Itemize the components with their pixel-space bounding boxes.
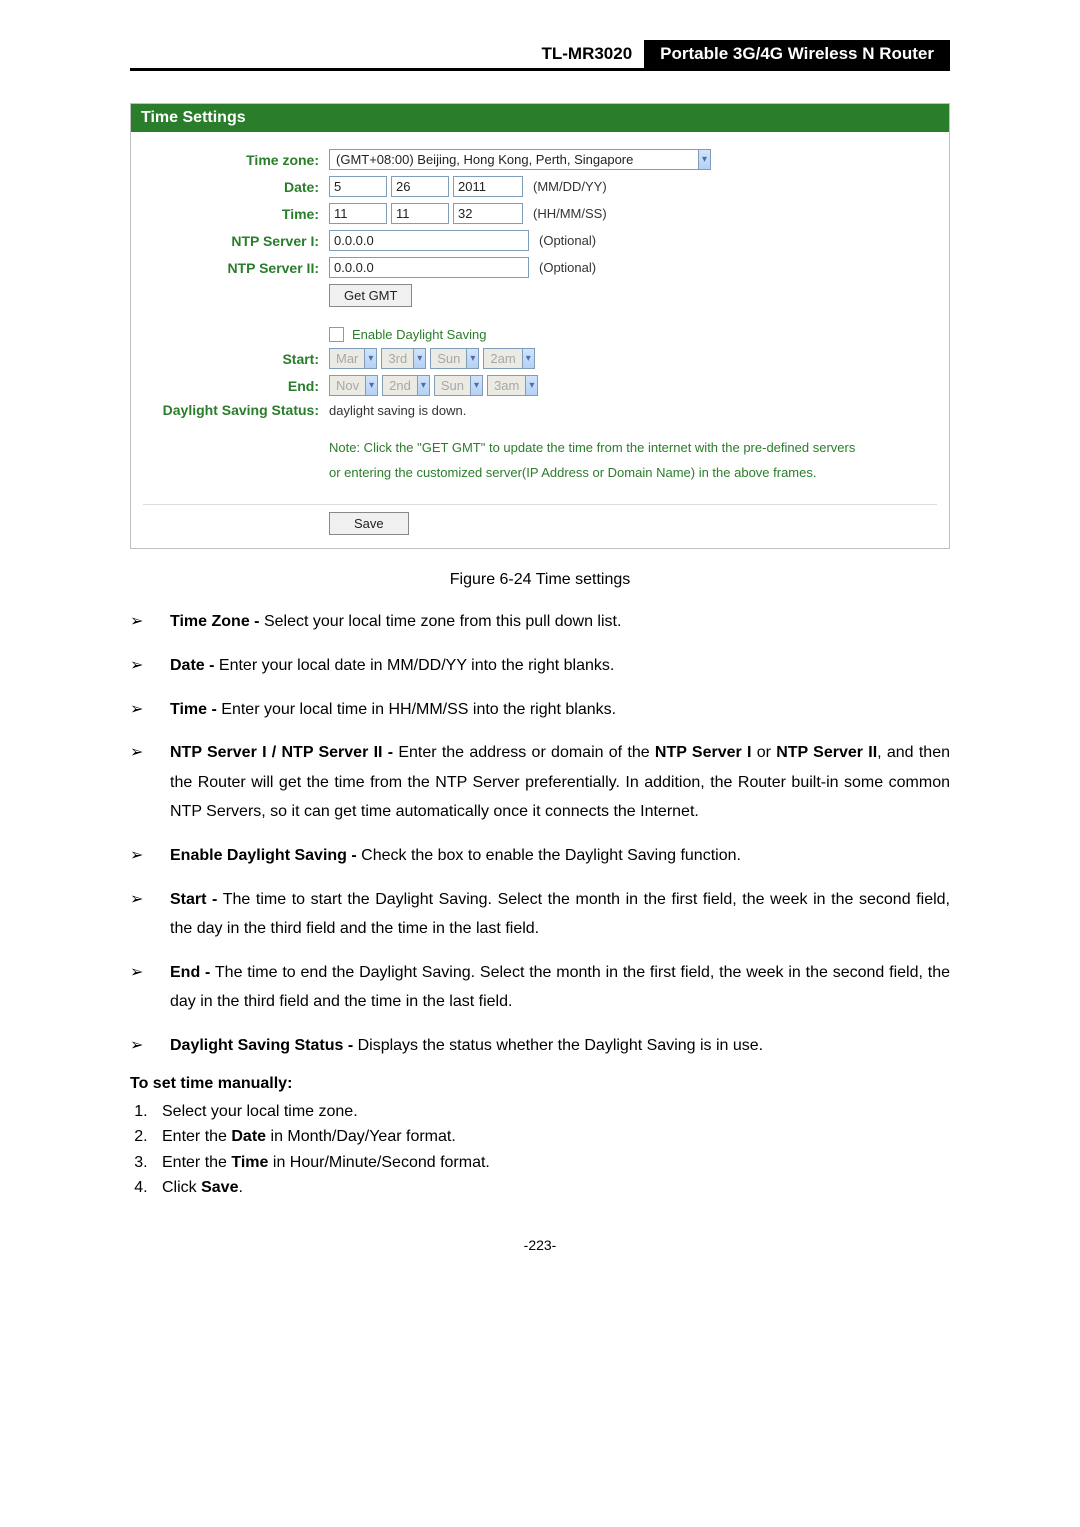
- list-item: ➢Time Zone - Select your local time zone…: [130, 607, 950, 637]
- list-item: ➢Time - Enter your local time in HH/MM/S…: [130, 695, 950, 725]
- list-item: ➢Daylight Saving Status - Displays the s…: [130, 1031, 950, 1061]
- steps-list: Select your local time zone. Enter the D…: [130, 1099, 950, 1201]
- chevron-down-icon: ▾: [364, 349, 376, 368]
- list-item: Enter the Date in Month/Day/Year format.: [152, 1124, 950, 1150]
- chevron-down-icon: ▾: [466, 349, 478, 368]
- time-min-input[interactable]: [391, 203, 449, 224]
- ntp1-label: NTP Server I:: [143, 233, 329, 249]
- timezone-select[interactable]: (GMT+08:00) Beijing, Hong Kong, Perth, S…: [329, 149, 711, 170]
- start-label: Start:: [143, 351, 329, 367]
- timezone-value: (GMT+08:00) Beijing, Hong Kong, Perth, S…: [330, 150, 698, 169]
- chevron-down-icon: ▾: [365, 376, 377, 395]
- list-item: ➢End - The time to end the Daylight Savi…: [130, 958, 950, 1017]
- list-item: Select your local time zone.: [152, 1099, 950, 1125]
- ntp2-optional: (Optional): [533, 260, 596, 275]
- timezone-label: Time zone:: [143, 152, 329, 168]
- end-time-select[interactable]: 3am▾: [487, 375, 538, 396]
- date-year-input[interactable]: [453, 176, 523, 197]
- time-sec-input[interactable]: [453, 203, 523, 224]
- time-label: Time:: [143, 206, 329, 222]
- document-header: TL-MR3020 Portable 3G/4G Wireless N Rout…: [130, 40, 950, 71]
- enable-daylight-label: Enable Daylight Saving: [348, 327, 486, 342]
- list-item: ➢NTP Server I / NTP Server II - Enter th…: [130, 738, 950, 827]
- save-button[interactable]: Save: [329, 512, 409, 535]
- get-gmt-button[interactable]: Get GMT: [329, 284, 412, 307]
- chevron-down-icon: ▾: [525, 376, 537, 395]
- date-label: Date:: [143, 179, 329, 195]
- list-item: ➢Date - Enter your local date in MM/DD/Y…: [130, 651, 950, 681]
- chevron-down-icon: ▾: [470, 376, 482, 395]
- panel-title: Time Settings: [131, 104, 949, 132]
- ntp1-optional: (Optional): [533, 233, 596, 248]
- model-label: TL-MR3020: [529, 40, 644, 68]
- device-description: Portable 3G/4G Wireless N Router: [644, 40, 950, 68]
- ntp2-input[interactable]: [329, 257, 529, 278]
- feature-list: ➢Time Zone - Select your local time zone…: [130, 607, 950, 1060]
- date-format-hint: (MM/DD/YY): [527, 179, 607, 194]
- note-line-2: or entering the customized server(IP Add…: [329, 461, 937, 486]
- list-item: Enter the Time in Hour/Minute/Second for…: [152, 1150, 950, 1176]
- date-month-input[interactable]: [329, 176, 387, 197]
- dss-label: Daylight Saving Status:: [143, 402, 329, 418]
- chevron-down-icon: ▾: [698, 150, 710, 169]
- chevron-down-icon: ▾: [522, 349, 534, 368]
- time-hour-input[interactable]: [329, 203, 387, 224]
- end-week-select[interactable]: 2nd▾: [382, 375, 430, 396]
- ntp2-label: NTP Server II:: [143, 260, 329, 276]
- page-number: -223-: [130, 1237, 950, 1253]
- end-label: End:: [143, 378, 329, 394]
- end-month-select[interactable]: Nov▾: [329, 375, 378, 396]
- enable-daylight-checkbox[interactable]: [329, 327, 344, 342]
- end-day-select[interactable]: Sun▾: [434, 375, 483, 396]
- list-item: Click Save.: [152, 1175, 950, 1201]
- start-time-select[interactable]: 2am▾: [483, 348, 534, 369]
- list-item: ➢Start - The time to start the Daylight …: [130, 885, 950, 944]
- start-day-select[interactable]: Sun▾: [430, 348, 479, 369]
- chevron-down-icon: ▾: [417, 376, 429, 395]
- start-week-select[interactable]: 3rd▾: [381, 348, 426, 369]
- ntp1-input[interactable]: [329, 230, 529, 251]
- figure-caption: Figure 6-24 Time settings: [130, 571, 950, 589]
- chevron-down-icon: ▾: [413, 349, 425, 368]
- dss-value: daylight saving is down.: [329, 403, 466, 418]
- start-month-select[interactable]: Mar▾: [329, 348, 377, 369]
- list-item: ➢Enable Daylight Saving - Check the box …: [130, 841, 950, 871]
- note-line-1: Note: Click the "GET GMT" to update the …: [329, 436, 937, 461]
- manual-title: To set time manually:: [130, 1075, 950, 1093]
- date-day-input[interactable]: [391, 176, 449, 197]
- time-settings-panel: Time Settings Time zone: (GMT+08:00) Bei…: [130, 103, 950, 549]
- time-format-hint: (HH/MM/SS): [527, 206, 607, 221]
